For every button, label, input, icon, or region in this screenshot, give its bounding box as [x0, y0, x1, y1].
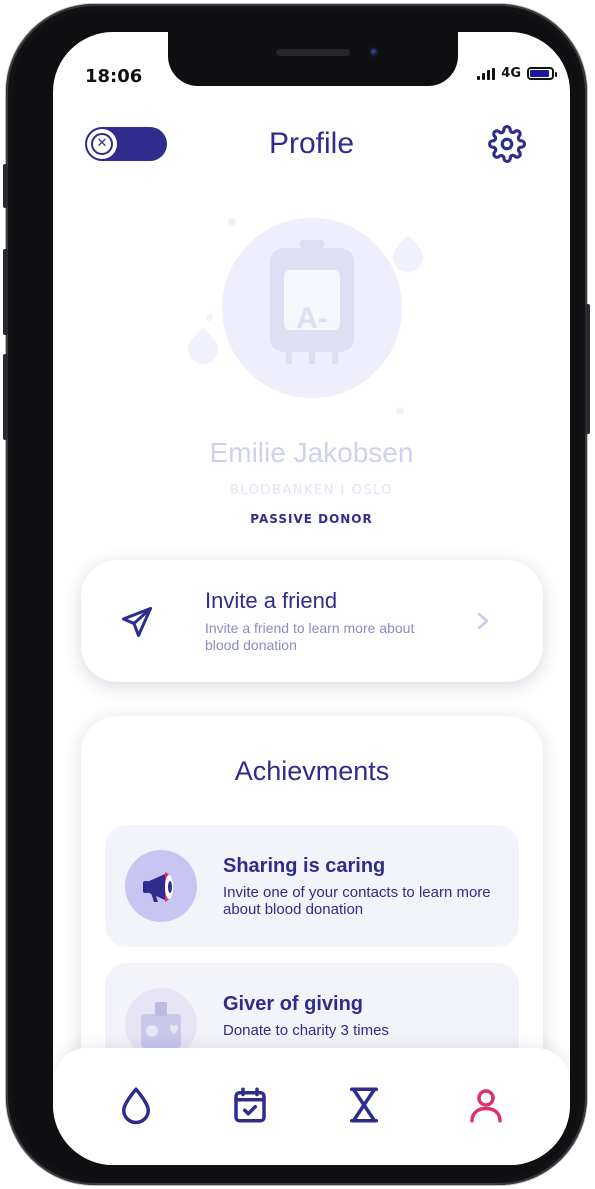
invite-title: Invite a friend [205, 588, 338, 613]
network-type: 4G [501, 66, 521, 81]
phone-frame: 18:06 4G ✕ Profile A- Emilie Jakobsen BL… [3, 4, 590, 1185]
calendar-check-icon[interactable] [229, 1084, 271, 1126]
signal-icon [477, 67, 496, 80]
send-icon [122, 607, 152, 637]
blood-type-label: A- [296, 302, 328, 335]
dot-decoration [396, 407, 404, 415]
achievement-description: Invite one of your contacts to learn mor… [223, 884, 491, 918]
achievement-item[interactable]: Sharing is caring Invite one of your con… [105, 825, 519, 947]
invite-friend-card[interactable]: Invite a friend Invite a friend to learn… [81, 560, 543, 682]
dot-decoration [206, 314, 213, 321]
achievements-title: Achievments [234, 756, 390, 786]
achievement-name: Giver of giving [223, 993, 364, 1015]
status-time: 18:06 [85, 66, 143, 87]
mute-switch [3, 164, 8, 208]
speaker-grille [276, 49, 350, 56]
hourglass-icon[interactable] [343, 1084, 385, 1126]
notch [168, 32, 458, 86]
bottom-navigation [53, 1048, 570, 1165]
user-icon[interactable] [465, 1084, 507, 1126]
donor-status-badge: PASSIVE DONOR [250, 512, 373, 526]
achievement-description: Donate to charity 3 times [223, 1022, 389, 1039]
achievement-name: Sharing is caring [223, 855, 386, 877]
camera-icon [367, 45, 381, 59]
dot-decoration [228, 218, 236, 226]
chevron-right-icon [477, 612, 489, 630]
organization: BLODBANKEN I OSLO [229, 483, 394, 498]
donor-name: Emilie Jakobsen [209, 437, 414, 468]
power-button [585, 304, 590, 434]
invite-subtitle: Invite a friend to learn more about bloo… [205, 620, 415, 653]
megaphone-icon [125, 850, 197, 922]
battery-icon [527, 67, 557, 80]
avatar: A- [181, 212, 438, 432]
volume-down-button [3, 354, 8, 440]
volume-up-button [3, 249, 8, 335]
gear-icon[interactable] [488, 125, 526, 163]
drop-decoration [181, 327, 225, 371]
status-indicators: 4G [477, 66, 557, 81]
app-screen: 18:06 4G ✕ Profile A- Emilie Jakobsen BL… [53, 32, 570, 1165]
drop-icon[interactable] [115, 1084, 157, 1126]
